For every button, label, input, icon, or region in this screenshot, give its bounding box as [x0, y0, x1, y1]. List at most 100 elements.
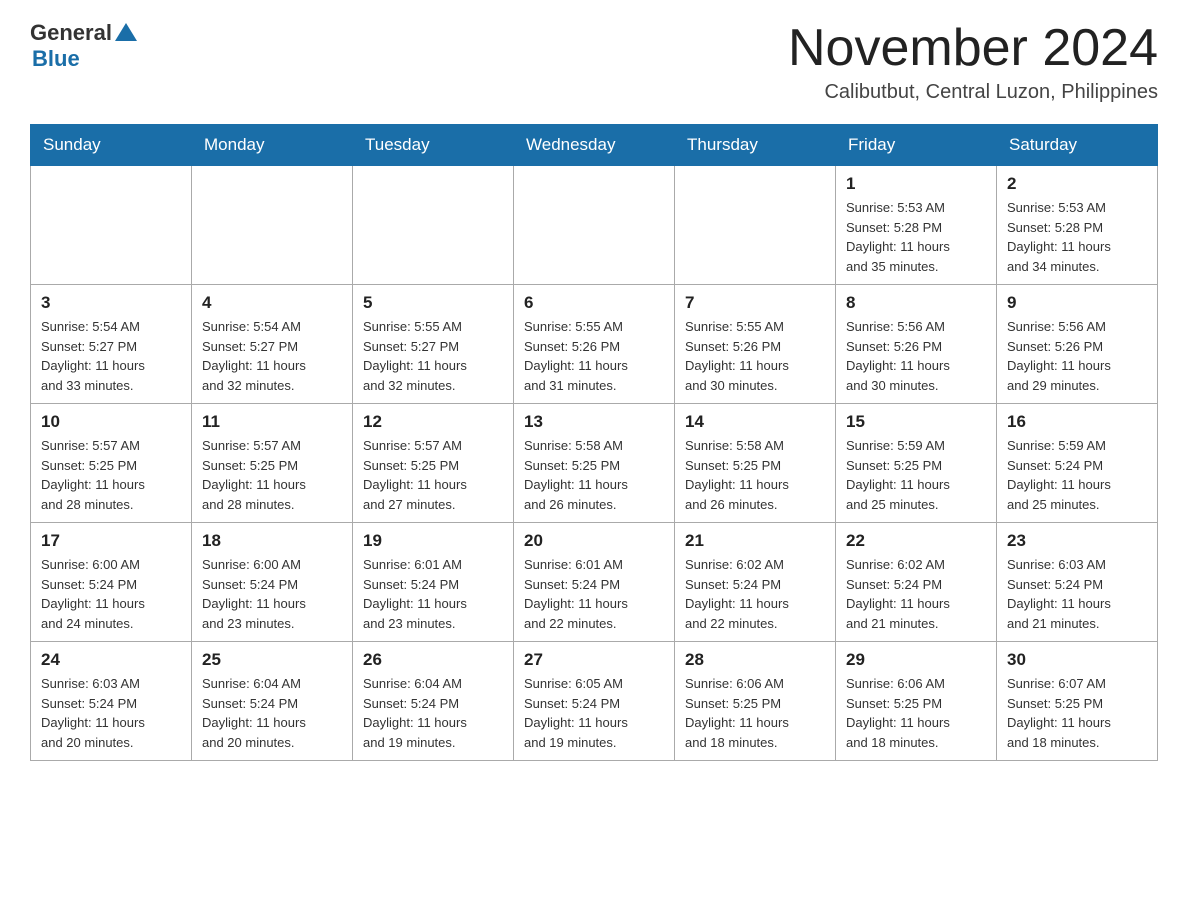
- table-row: 18Sunrise: 6:00 AM Sunset: 5:24 PM Dayli…: [192, 523, 353, 642]
- day-info: Sunrise: 5:54 AM Sunset: 5:27 PM Dayligh…: [202, 317, 342, 395]
- day-info: Sunrise: 5:55 AM Sunset: 5:26 PM Dayligh…: [685, 317, 825, 395]
- day-number: 22: [846, 531, 986, 551]
- day-info: Sunrise: 5:55 AM Sunset: 5:27 PM Dayligh…: [363, 317, 503, 395]
- day-info: Sunrise: 5:57 AM Sunset: 5:25 PM Dayligh…: [363, 436, 503, 514]
- header-friday: Friday: [836, 125, 997, 166]
- table-row: 5 Sunrise: 5:55 AM Sunset: 5:27 PM Daylig…: [353, 285, 514, 404]
- table-row: [675, 166, 836, 285]
- table-row: 14 Sunrise: 5:58 AM Sunset: 5:25 PM Dayli…: [675, 404, 836, 523]
- page-header: General Blue November 2024 Calibutbut, C…: [30, 20, 1158, 104]
- table-row: 4 Sunrise: 5:54 AM Sunset: 5:27 PM Daylig…: [192, 285, 353, 404]
- day-info: Sunrise: 6:02 AM Sunset: 5:24 PM Dayligh…: [685, 555, 825, 633]
- day-info: Sunrise: 6:02 AM Sunset: 5:24 PM Dayligh…: [846, 555, 986, 633]
- page-title: November 2024: [788, 20, 1158, 77]
- header-monday: Monday: [192, 125, 353, 166]
- table-row: 2 Sunrise: 5:53 AM Sunset: 5:28 PM Daylig…: [997, 166, 1158, 285]
- day-number: 28: [685, 650, 825, 670]
- table-row: 15Sunrise: 5:59 AM Sunset: 5:25 PM Dayli…: [836, 404, 997, 523]
- day-number: 16: [1007, 412, 1147, 432]
- calendar-week-5: 24 Sunrise: 6:03 AM Sunset: 5:24 PM Dayli…: [31, 642, 1158, 761]
- table-row: 11 Sunrise: 5:57 AM Sunset: 5:25 PM Dayli…: [192, 404, 353, 523]
- header-saturday: Saturday: [997, 125, 1158, 166]
- day-info: Sunrise: 5:56 AM Sunset: 5:26 PM Dayligh…: [1007, 317, 1147, 395]
- day-number: 9: [1007, 293, 1147, 313]
- table-row: 1 Sunrise: 5:53 AM Sunset: 5:28 PM Daylig…: [836, 166, 997, 285]
- day-number: 23: [1007, 531, 1147, 551]
- day-info: Sunrise: 5:55 AM Sunset: 5:26 PM Dayligh…: [524, 317, 664, 395]
- day-info: Sunrise: 5:54 AM Sunset: 5:27 PM Dayligh…: [41, 317, 181, 395]
- day-number: 15: [846, 412, 986, 432]
- table-row: 26 Sunrise: 6:04 AM Sunset: 5:24 PM Dayli…: [353, 642, 514, 761]
- day-info: Sunrise: 5:57 AM Sunset: 5:25 PM Dayligh…: [202, 436, 342, 514]
- table-row: 28Sunrise: 6:06 AM Sunset: 5:25 PM Dayli…: [675, 642, 836, 761]
- logo: General Blue: [30, 20, 137, 72]
- day-info: Sunrise: 6:04 AM Sunset: 5:24 PM Dayligh…: [363, 674, 503, 752]
- day-info: Sunrise: 6:01 AM Sunset: 5:24 PM Dayligh…: [524, 555, 664, 633]
- table-row: 13Sunrise: 5:58 AM Sunset: 5:25 PM Dayli…: [514, 404, 675, 523]
- day-number: 14: [685, 412, 825, 432]
- day-number: 12: [363, 412, 503, 432]
- table-row: 21 Sunrise: 6:02 AM Sunset: 5:24 PM Dayli…: [675, 523, 836, 642]
- calendar-week-4: 17Sunrise: 6:00 AM Sunset: 5:24 PM Dayli…: [31, 523, 1158, 642]
- header-wednesday: Wednesday: [514, 125, 675, 166]
- header-sunday: Sunday: [31, 125, 192, 166]
- table-row: [353, 166, 514, 285]
- table-row: [31, 166, 192, 285]
- table-row: 12 Sunrise: 5:57 AM Sunset: 5:25 PM Dayli…: [353, 404, 514, 523]
- day-number: 30: [1007, 650, 1147, 670]
- day-info: Sunrise: 5:59 AM Sunset: 5:24 PM Dayligh…: [1007, 436, 1147, 514]
- day-info: Sunrise: 5:58 AM Sunset: 5:25 PM Dayligh…: [685, 436, 825, 514]
- day-number: 25: [202, 650, 342, 670]
- day-info: Sunrise: 6:04 AM Sunset: 5:24 PM Dayligh…: [202, 674, 342, 752]
- day-info: Sunrise: 6:07 AM Sunset: 5:25 PM Dayligh…: [1007, 674, 1147, 752]
- day-info: Sunrise: 5:53 AM Sunset: 5:28 PM Dayligh…: [1007, 198, 1147, 276]
- table-row: 19 Sunrise: 6:01 AM Sunset: 5:24 PM Dayli…: [353, 523, 514, 642]
- day-number: 24: [41, 650, 181, 670]
- weekday-header-row: Sunday Monday Tuesday Wednesday Thursday…: [31, 125, 1158, 166]
- day-info: Sunrise: 5:58 AM Sunset: 5:25 PM Dayligh…: [524, 436, 664, 514]
- table-row: 3 Sunrise: 5:54 AM Sunset: 5:27 PM Daylig…: [31, 285, 192, 404]
- table-row: 27Sunrise: 6:05 AM Sunset: 5:24 PM Dayli…: [514, 642, 675, 761]
- table-row: 6 Sunrise: 5:55 AM Sunset: 5:26 PM Daylig…: [514, 285, 675, 404]
- day-number: 7: [685, 293, 825, 313]
- title-section: November 2024 Calibutbut, Central Luzon,…: [788, 20, 1158, 104]
- day-number: 2: [1007, 174, 1147, 194]
- calendar-table: Sunday Monday Tuesday Wednesday Thursday…: [30, 124, 1158, 761]
- calendar-week-1: 1 Sunrise: 5:53 AM Sunset: 5:28 PM Daylig…: [31, 166, 1158, 285]
- day-number: 3: [41, 293, 181, 313]
- day-info: Sunrise: 5:53 AM Sunset: 5:28 PM Dayligh…: [846, 198, 986, 276]
- day-number: 8: [846, 293, 986, 313]
- table-row: 22 Sunrise: 6:02 AM Sunset: 5:24 PM Dayli…: [836, 523, 997, 642]
- calendar-week-2: 3 Sunrise: 5:54 AM Sunset: 5:27 PM Daylig…: [31, 285, 1158, 404]
- day-number: 17: [41, 531, 181, 551]
- day-info: Sunrise: 6:01 AM Sunset: 5:24 PM Dayligh…: [363, 555, 503, 633]
- table-row: 30 Sunrise: 6:07 AM Sunset: 5:25 PM Dayli…: [997, 642, 1158, 761]
- day-number: 1: [846, 174, 986, 194]
- day-number: 11: [202, 412, 342, 432]
- day-info: Sunrise: 5:57 AM Sunset: 5:25 PM Dayligh…: [41, 436, 181, 514]
- location-subtitle: Calibutbut, Central Luzon, Philippines: [788, 81, 1158, 104]
- day-number: 18: [202, 531, 342, 551]
- day-number: 19: [363, 531, 503, 551]
- table-row: 16 Sunrise: 5:59 AM Sunset: 5:24 PM Dayli…: [997, 404, 1158, 523]
- table-row: 29Sunrise: 6:06 AM Sunset: 5:25 PM Dayli…: [836, 642, 997, 761]
- day-number: 26: [363, 650, 503, 670]
- table-row: 10Sunrise: 5:57 AM Sunset: 5:25 PM Dayli…: [31, 404, 192, 523]
- table-row: 9 Sunrise: 5:56 AM Sunset: 5:26 PM Daylig…: [997, 285, 1158, 404]
- header-thursday: Thursday: [675, 125, 836, 166]
- day-info: Sunrise: 6:06 AM Sunset: 5:25 PM Dayligh…: [846, 674, 986, 752]
- table-row: 8 Sunrise: 5:56 AM Sunset: 5:26 PM Daylig…: [836, 285, 997, 404]
- day-info: Sunrise: 6:03 AM Sunset: 5:24 PM Dayligh…: [41, 674, 181, 752]
- day-info: Sunrise: 5:56 AM Sunset: 5:26 PM Dayligh…: [846, 317, 986, 395]
- day-number: 6: [524, 293, 664, 313]
- table-row: 23Sunrise: 6:03 AM Sunset: 5:24 PM Dayli…: [997, 523, 1158, 642]
- header-tuesday: Tuesday: [353, 125, 514, 166]
- day-number: 5: [363, 293, 503, 313]
- day-number: 21: [685, 531, 825, 551]
- day-info: Sunrise: 6:05 AM Sunset: 5:24 PM Dayligh…: [524, 674, 664, 752]
- logo-triangle-icon: [115, 23, 137, 41]
- calendar-week-3: 10Sunrise: 5:57 AM Sunset: 5:25 PM Dayli…: [31, 404, 1158, 523]
- day-number: 4: [202, 293, 342, 313]
- table-row: 24 Sunrise: 6:03 AM Sunset: 5:24 PM Dayli…: [31, 642, 192, 761]
- logo-general-text: General: [30, 20, 112, 46]
